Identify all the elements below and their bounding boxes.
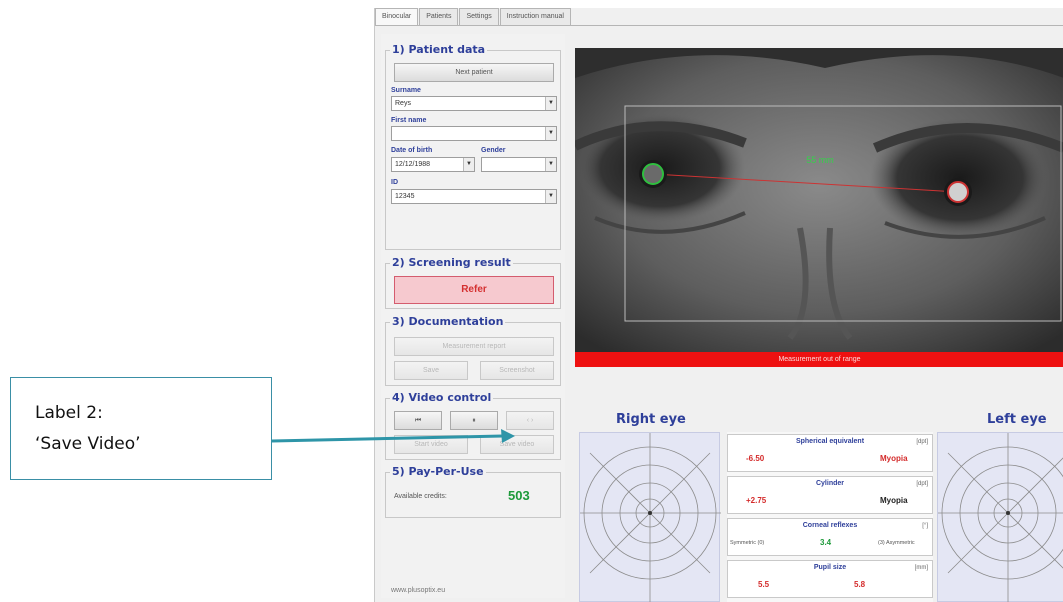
spherical-equivalent-unit: [dpt] xyxy=(916,439,928,445)
dropdown-arrow-icon[interactable]: ▼ xyxy=(545,97,556,110)
corneal-reflexes-title: Corneal reflexes xyxy=(802,522,858,529)
camera-view: 55 mm xyxy=(575,48,1063,352)
tab-bar: Binocular Patients Settings Instruction … xyxy=(375,8,572,26)
right-eye-polar-chart xyxy=(580,433,721,602)
documentation-group: 3) Documentation Measurement report Save… xyxy=(385,315,561,386)
pay-per-use-group: 5) Pay-Per-Use Available credits: 503 xyxy=(385,465,561,518)
pupil-size-unit: [mm] xyxy=(914,565,928,571)
id-value: 12345 xyxy=(395,193,415,200)
corneal-reflexes-value: 3.4 xyxy=(820,538,832,547)
callout-line-2: ‘Save Video’ xyxy=(35,434,141,454)
screening-result-badge: Refer xyxy=(394,276,554,304)
tab-settings[interactable]: Settings xyxy=(459,8,499,25)
id-label: ID xyxy=(391,179,398,186)
measurement-report-button[interactable]: Measurement report xyxy=(394,337,554,356)
left-pupil-marker xyxy=(947,181,969,203)
app-window: Binocular Patients Settings Instruction … xyxy=(374,8,1063,602)
screening-result-group: 2) Screening result Refer xyxy=(385,256,561,309)
measurement-results: Spherical equivalent [dpt] -6.50 Myopia … xyxy=(727,432,933,602)
video-control-title: 4) Video control xyxy=(390,391,494,404)
corneal-reflexes-right-label: (3) Asymmetric xyxy=(878,540,915,546)
screenshot-button[interactable]: Screenshot xyxy=(480,361,554,380)
screening-result-title: 2) Screening result xyxy=(390,256,513,269)
right-pupil-marker xyxy=(642,163,664,185)
surname-value: Reys xyxy=(395,100,411,107)
corneal-reflexes-cell: Corneal reflexes [°] Symmetric (0) 3.4 (… xyxy=(727,518,933,556)
date-of-birth-label: Date of birth xyxy=(391,147,433,154)
dropdown-arrow-icon[interactable]: ▼ xyxy=(545,158,556,171)
callout-line-1: Label 2: xyxy=(35,403,103,423)
next-patient-button[interactable]: Next patient xyxy=(394,63,554,82)
gender-select[interactable]: ▼ xyxy=(481,157,557,172)
spherical-equivalent-right-label: Myopia xyxy=(880,454,908,463)
skip-back-icon: ⏮ xyxy=(414,417,422,424)
left-eye-heading: Left eye xyxy=(987,412,1047,427)
surname-label: Surname xyxy=(391,87,421,94)
dropdown-arrow-icon[interactable]: ▼ xyxy=(463,158,474,171)
spherical-equivalent-cell: Spherical equivalent [dpt] -6.50 Myopia xyxy=(727,434,933,472)
face-image: 55 mm xyxy=(575,48,1063,352)
tab-patients[interactable]: Patients xyxy=(419,8,459,25)
pause-icon: ⏸ xyxy=(472,417,476,424)
first-name-label: First name xyxy=(391,117,427,124)
cylinder-title: Cylinder xyxy=(815,480,844,487)
patient-data-group: 1) Patient data Next patient Surname Rey… xyxy=(385,43,561,250)
date-of-birth-value: 12/12/1988 xyxy=(395,161,431,168)
corneal-reflexes-left-label: Symmetric (0) xyxy=(730,540,765,546)
callout-box: Label 2: ‘Save Video’ xyxy=(10,377,272,480)
cylinder-right-label: Myopia xyxy=(880,496,908,505)
first-name-field[interactable]: ▼ xyxy=(391,126,557,141)
tab-instruction-manual[interactable]: Instruction manual xyxy=(499,8,571,25)
pay-per-use-title: 5) Pay-Per-Use xyxy=(390,465,486,478)
date-of-birth-field[interactable]: 12/12/1988 ▼ xyxy=(391,157,475,172)
dropdown-arrow-icon[interactable]: ▼ xyxy=(545,190,556,203)
start-video-button[interactable]: Start video xyxy=(394,435,468,454)
step-button[interactable]: ‹ › xyxy=(506,411,554,430)
control-panel: 1) Patient data Next patient Surname Rey… xyxy=(381,34,565,598)
measurement-status: Measurement out of range xyxy=(575,352,1063,367)
step-icon: ‹ › xyxy=(526,417,534,424)
cylinder-unit: [dpt] xyxy=(916,481,928,487)
cylinder-right: +2.75 xyxy=(746,496,767,505)
right-eye-target xyxy=(579,432,721,602)
spherical-equivalent-right: -6.50 xyxy=(746,454,765,463)
corneal-reflexes-unit: [°] xyxy=(922,523,928,529)
surname-field[interactable]: Reys ▼ xyxy=(391,96,557,111)
video-control-group: 4) Video control ⏮ ⏸ ‹ › Start video Sav… xyxy=(385,391,561,460)
left-eye-polar-chart xyxy=(938,433,1063,602)
save-button[interactable]: Save xyxy=(394,361,468,380)
dropdown-arrow-icon[interactable]: ▼ xyxy=(545,127,556,140)
patient-data-title: 1) Patient data xyxy=(390,43,488,56)
tab-divider xyxy=(375,25,1063,26)
pupil-size-right: 5.5 xyxy=(758,580,770,589)
documentation-title: 3) Documentation xyxy=(390,315,506,328)
pupil-size-cell: Pupil size [mm] 5.5 5.8 xyxy=(727,560,933,598)
available-credits-value: 503 xyxy=(508,488,530,503)
save-video-button[interactable]: Save video xyxy=(480,435,554,454)
skip-back-button[interactable]: ⏮ xyxy=(394,411,442,430)
pupil-size-left: 5.8 xyxy=(854,580,866,589)
cylinder-cell: Cylinder [dpt] +2.75 Myopia xyxy=(727,476,933,514)
right-eye-heading: Right eye xyxy=(616,412,686,427)
footer-url: www.plusoptix.eu xyxy=(391,587,446,594)
pupil-size-title: Pupil size xyxy=(813,564,847,571)
play-pause-button[interactable]: ⏸ xyxy=(450,411,498,430)
available-credits-label: Available credits: xyxy=(394,493,447,500)
tab-binocular[interactable]: Binocular xyxy=(375,8,419,26)
gender-label: Gender xyxy=(481,147,506,154)
id-field[interactable]: 12345 ▼ xyxy=(391,189,557,204)
pupil-distance-text: 55 mm xyxy=(806,155,834,165)
left-eye-target xyxy=(937,432,1063,602)
spherical-equivalent-title: Spherical equivalent xyxy=(795,438,865,445)
